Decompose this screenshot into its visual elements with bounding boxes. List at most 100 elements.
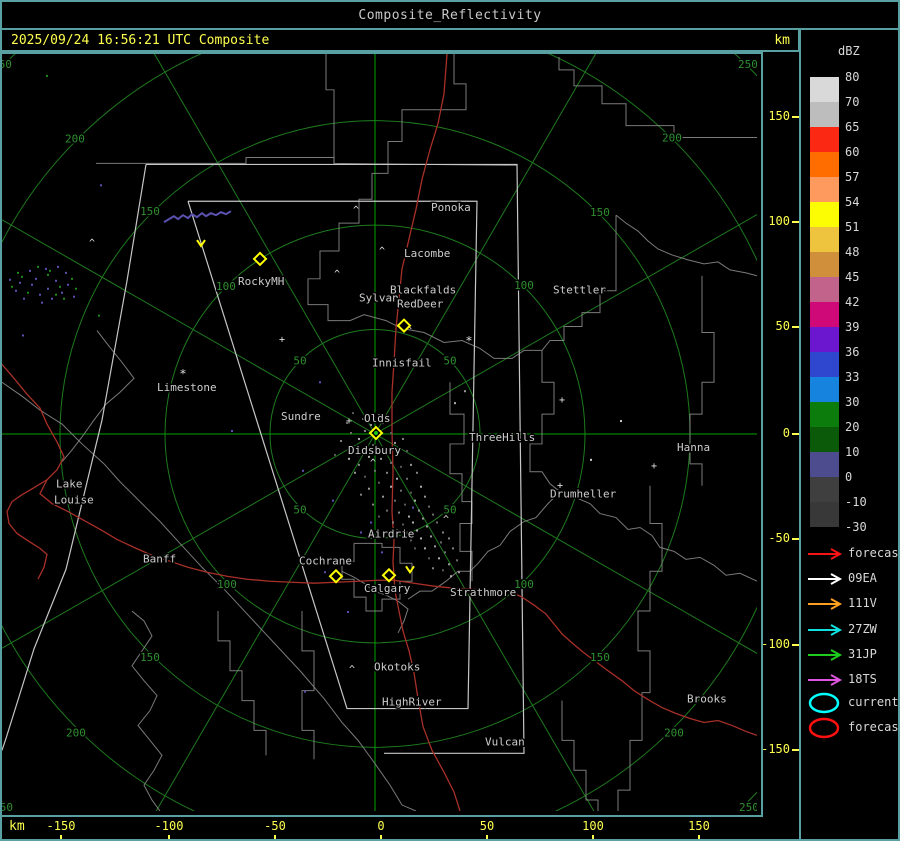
right-axis-tick-mark — [792, 644, 799, 646]
city-label-airdrie: Airdrie — [368, 527, 414, 540]
bottom-axis-tick-label: 0 — [377, 819, 384, 833]
coverage-outline-a — [146, 164, 524, 753]
clutter-pixel — [426, 526, 428, 528]
right-axis-tick-mark — [792, 221, 799, 223]
boundary-line — [342, 543, 412, 611]
clutter-pixel — [450, 575, 452, 577]
echo-pixel-purple — [319, 381, 321, 383]
clutter-pixel — [334, 454, 336, 456]
right-axis-tick-label: -50 — [768, 531, 790, 545]
colorbar-value-label: 30 — [845, 395, 859, 409]
clutter-pixel — [358, 464, 360, 466]
clutter-pixel — [372, 504, 374, 506]
city-label-calgary: Calgary — [364, 582, 411, 595]
radar-map-canvas[interactable]: 5050505010010010010015015015015020020020… — [2, 54, 757, 811]
colorbar-value-label: -10 — [845, 495, 867, 509]
echo-pixel-purple — [370, 522, 372, 524]
site-arrow-icon — [406, 566, 414, 572]
boundary-line — [218, 611, 266, 755]
echo-pixel-purple — [73, 296, 75, 298]
ring-label-100: 100 — [514, 578, 534, 591]
clutter-pixel — [382, 496, 384, 498]
clutter-pixel — [432, 514, 434, 516]
legend-label: 27ZW — [848, 622, 877, 636]
clutter-pixel — [358, 438, 360, 440]
dot-marker — [590, 459, 592, 461]
colorbar-value-label: 48 — [845, 245, 859, 259]
colorbar-value-label: 80 — [845, 70, 859, 84]
right-axis-tick-mark — [792, 749, 799, 751]
echo-pixel-purple — [55, 280, 57, 282]
echo-pixel-green — [71, 278, 73, 280]
city-label-vulcan: Vulcan — [485, 735, 525, 748]
colorbar-swatch-20 — [810, 427, 839, 452]
echo-pixel-green — [55, 294, 57, 296]
boundary-line — [616, 215, 757, 276]
colorbar-value-label: 0 — [845, 470, 852, 484]
city-label-cochrane: Cochrane — [299, 554, 352, 567]
clutter-pixel — [390, 462, 392, 464]
radar-site-diamond-icon — [330, 570, 342, 582]
clutter-pixel — [424, 547, 426, 549]
city-label-sylvan: Sylvan — [359, 292, 399, 305]
colorbar-value-label: 70 — [845, 95, 859, 109]
colorbar-swatch-48 — [810, 252, 839, 277]
clutter-pixel — [410, 464, 412, 466]
echo-pixel-green — [27, 292, 29, 294]
legend-label: 18TS — [848, 672, 877, 686]
city-label-sundre: Sundre — [281, 410, 321, 423]
ring-label-250: 250 — [2, 801, 13, 811]
echo-pixel-purple — [22, 335, 24, 337]
echo-pixel-purple — [39, 294, 41, 296]
echo-pixel-purple — [61, 292, 63, 294]
radar-site-diamond-icon — [254, 253, 266, 265]
clutter-pixel — [444, 551, 446, 553]
plus-marker-icon: + — [559, 395, 565, 406]
boundary-line — [408, 492, 560, 599]
ring-label-200: 200 — [66, 726, 86, 739]
echo-pixel-purple — [65, 272, 67, 274]
azimuth-line-60deg — [375, 54, 648, 434]
echo-pixel-purple — [47, 288, 49, 290]
clutter-pixel — [400, 490, 402, 492]
peak-marker-icon: ^ — [370, 458, 376, 469]
clutter-pixel — [454, 402, 456, 404]
colorbar-swatch-65 — [810, 127, 839, 152]
right-axis-tick-label: -150 — [761, 742, 790, 756]
legend-arrow-icon-forecast — [806, 547, 844, 561]
clutter-pixel — [404, 504, 406, 506]
city-label-ponoka: Ponoka — [431, 201, 471, 214]
highway-line — [2, 364, 394, 583]
bottom-axis-tick-label: 100 — [582, 819, 604, 833]
colorbar-swatch-36 — [810, 352, 839, 377]
dot-marker — [620, 420, 622, 422]
ellipse-outline — [810, 694, 838, 712]
ring-label-250: 250 — [2, 58, 12, 71]
clutter-pixel — [434, 545, 436, 547]
echo-pixel-green — [75, 288, 77, 290]
clutter-pixel — [448, 537, 450, 539]
clutter-pixel — [414, 547, 416, 549]
plus-marker-icon: + — [651, 461, 657, 472]
clutter-pixel — [386, 510, 388, 512]
echo-pixel-purple — [360, 531, 362, 533]
clutter-pixel — [354, 472, 356, 474]
peak-marker-icon: ^ — [379, 246, 385, 257]
city-label-stettler: Stettler — [553, 284, 606, 297]
echo-pixel-purple — [412, 507, 414, 509]
legend-ellipse-icon-current — [806, 691, 846, 715]
clutter-pixel — [422, 518, 424, 520]
right-axis-tick-mark — [792, 116, 799, 118]
echo-pixel-purple — [35, 278, 37, 280]
peak-marker-icon: ^ — [89, 238, 95, 249]
clutter-pixel — [396, 478, 398, 480]
echo-pixel-purple — [9, 279, 11, 281]
ring-label-250: 250 — [739, 801, 757, 811]
echo-pixel-green — [63, 298, 65, 300]
city-label-lacombe: Lacombe — [404, 247, 450, 260]
echo-pixel-green — [49, 270, 51, 272]
colorbar-swatch-54 — [810, 202, 839, 227]
bottom-axis-tick-mark — [486, 835, 488, 840]
ring-label-250: 250 — [738, 58, 757, 71]
clutter-pixel — [378, 516, 380, 518]
